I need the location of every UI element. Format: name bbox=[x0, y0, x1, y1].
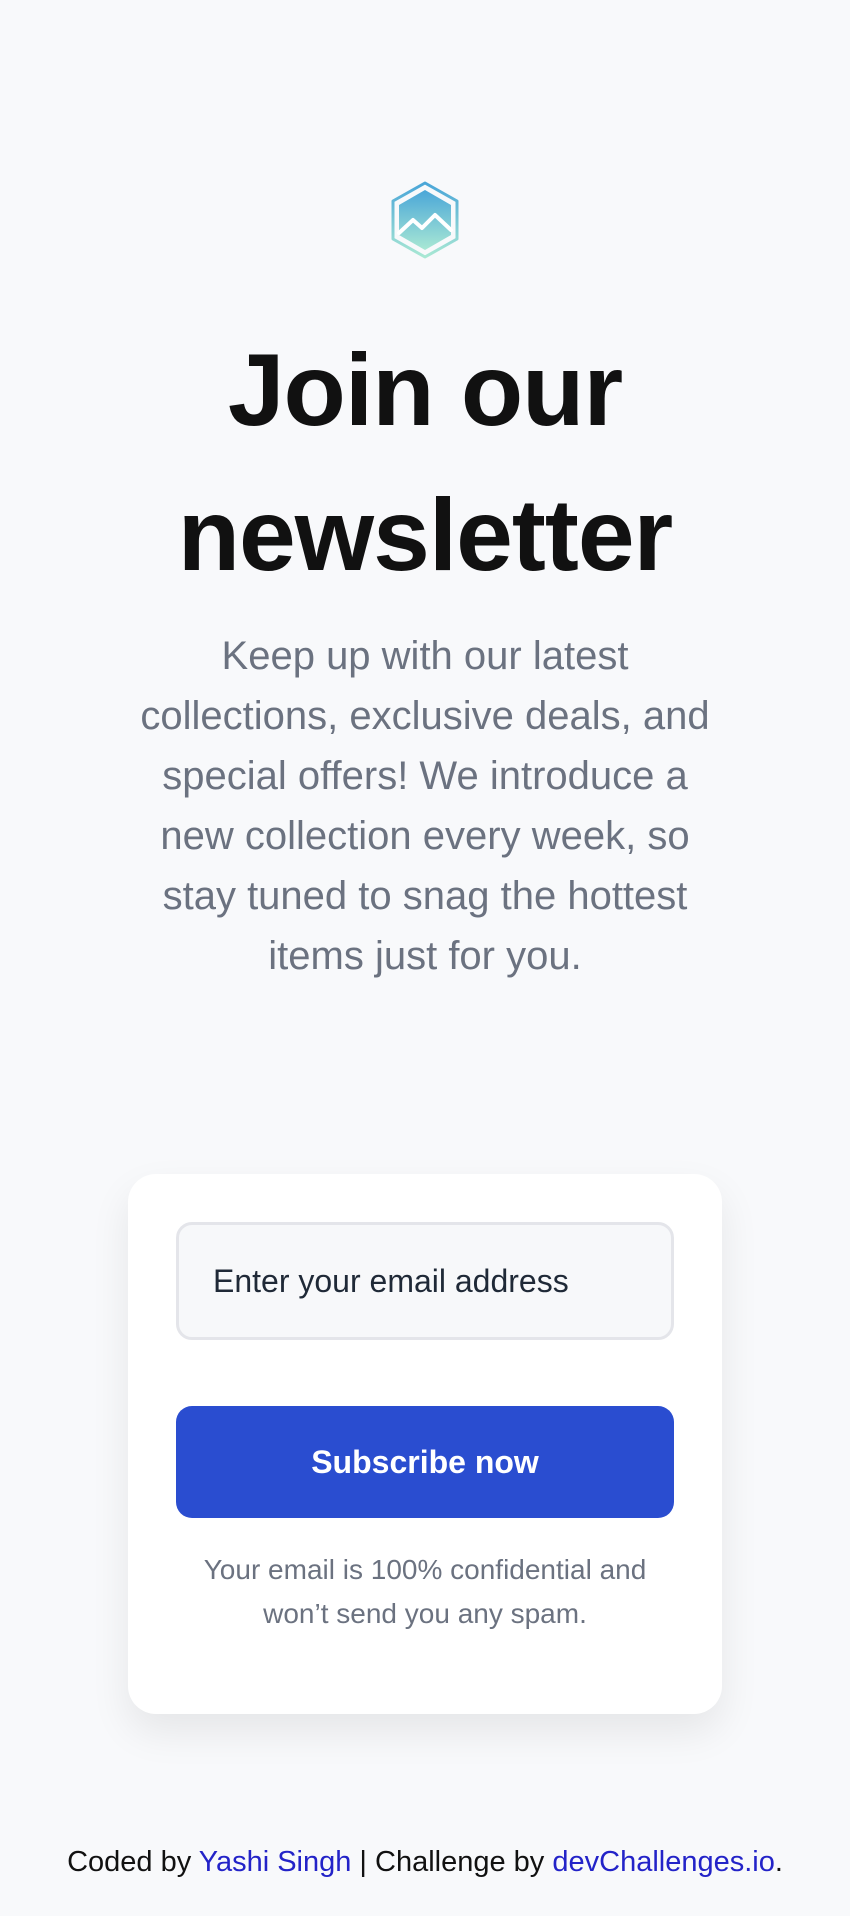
newsletter-description: Keep up with our latest collections, exc… bbox=[140, 634, 710, 978]
footer-period: . bbox=[774, 1846, 783, 1878]
footer-credits: Coded by Yashi Singh | Challenge by devC… bbox=[0, 1840, 850, 1884]
title-line-1: Join our bbox=[227, 333, 623, 447]
subscribe-button[interactable]: Subscribe now bbox=[176, 1406, 674, 1518]
footer-coded-by: Coded by bbox=[67, 1846, 199, 1878]
author-link[interactable]: Yashi Singh bbox=[199, 1846, 352, 1878]
page-title: Join our newsletter bbox=[0, 318, 850, 608]
title-line-2: newsletter bbox=[177, 478, 674, 592]
devchallenges-link[interactable]: devChallenges.io bbox=[552, 1846, 774, 1878]
privacy-note: Your email is 100% confidential and won’… bbox=[203, 1554, 647, 1629]
email-field[interactable] bbox=[176, 1222, 674, 1340]
subscribe-card: Subscribe now Your email is 100% confide… bbox=[128, 1174, 722, 1714]
mountain-hexagon-icon bbox=[391, 181, 459, 259]
footer-separator: | Challenge by bbox=[351, 1846, 553, 1878]
